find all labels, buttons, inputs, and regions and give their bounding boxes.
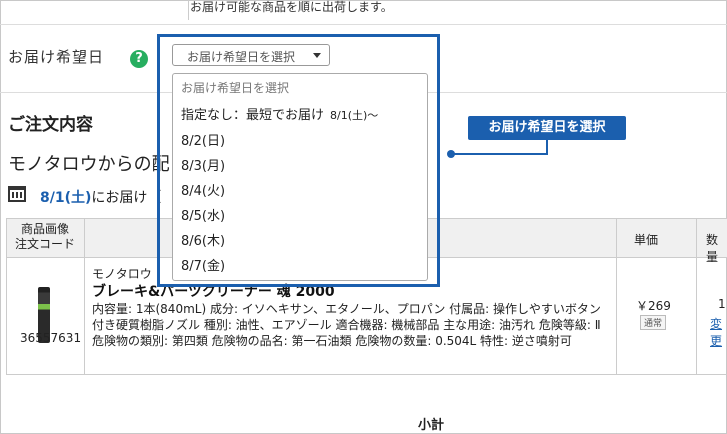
highlight-frame — [157, 34, 440, 287]
table-border — [84, 219, 85, 375]
calendar-icon — [8, 186, 26, 202]
help-icon[interactable]: ? — [130, 50, 148, 68]
header-qty: 数量 — [706, 233, 719, 264]
shipping-note: お届け可能な商品を順に出荷します。 — [190, 0, 393, 14]
connector-line — [452, 153, 548, 155]
header-price: 単価 — [634, 233, 659, 247]
subtotal-label: 小計 — [418, 418, 445, 433]
product-description: 内容量: 1本(840mL) 成分: イソヘキサン、エタノール、プロパン 付属品… — [92, 302, 601, 348]
quantity-value: 1 — [718, 297, 726, 311]
order-code: 36557631 — [20, 331, 82, 345]
delivery-date-label: お届け希望日 — [8, 48, 105, 66]
callout-label: お届け希望日を選択 — [468, 116, 626, 140]
table-border — [6, 219, 7, 375]
table-bottom-border — [6, 374, 727, 375]
header-image-code: 商品画像 注文コード — [6, 222, 84, 252]
top-divider — [188, 0, 189, 20]
divider — [0, 24, 727, 25]
table-border — [616, 219, 617, 375]
delivery-date-line: 8/1(土)にお届け（ — [40, 187, 161, 207]
delivery-date-suffix: にお届け（ — [91, 190, 162, 206]
header-code: 注文コード — [14, 237, 75, 251]
table-border — [696, 219, 697, 375]
delivery-date: 8/1(土) — [40, 190, 92, 206]
order-section-title: ご注文内容 — [8, 115, 93, 135]
change-quantity-link[interactable]: 変更 — [710, 315, 727, 349]
unit-price: ￥269 — [636, 299, 671, 313]
status-badge: 通常 — [640, 315, 667, 330]
shipper-line: モノタロウからの配 — [8, 154, 170, 175]
product-maker: モノタロウ — [92, 267, 152, 281]
header-image: 商品画像 — [20, 222, 69, 236]
connector-line — [546, 140, 548, 154]
